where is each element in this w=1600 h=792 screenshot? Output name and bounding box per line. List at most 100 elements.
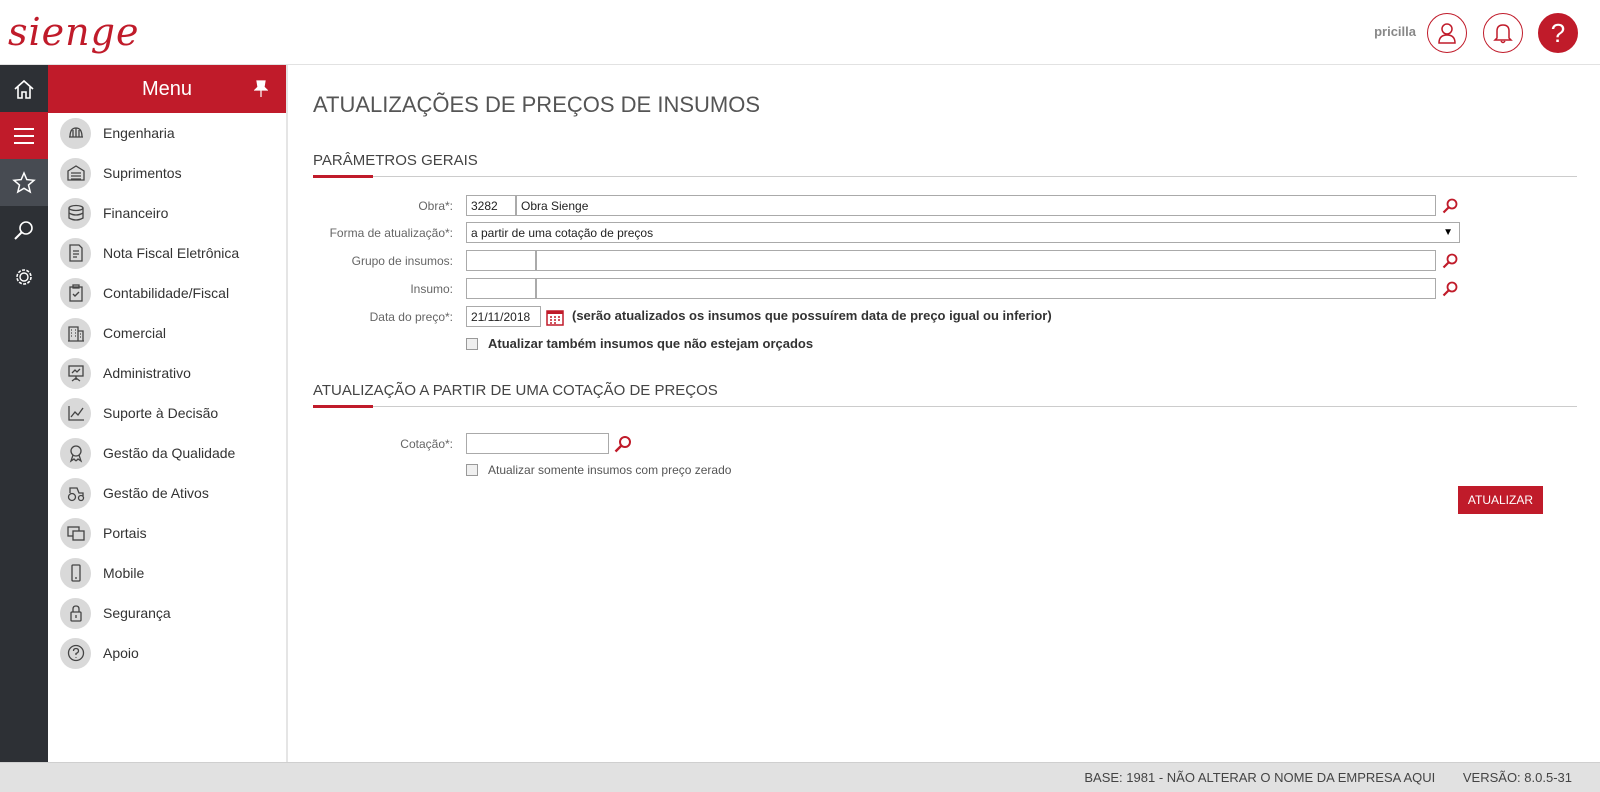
cotacao-label: Cotação*:	[400, 437, 453, 451]
top-header: sienge pricilla ?	[0, 0, 1600, 65]
chevron-down-icon: ▼	[1443, 227, 1453, 238]
menu-item[interactable]: Suprimentos	[48, 153, 286, 193]
lock-icon	[60, 597, 91, 629]
menu-list: Engenharia Suprimentos Financeiro Nota Fisc…	[48, 113, 286, 673]
footer-info: BASE: 1981 - NÃO ALTERAR O NOME DA EMPRE…	[1060, 770, 1572, 785]
help-button[interactable]: ?	[1538, 13, 1578, 53]
data-note: (serão atualizados os insumos que possuí…	[572, 308, 1052, 323]
check-orcados-checkbox[interactable]	[466, 337, 478, 350]
section-divider	[313, 176, 1577, 177]
page-title: ATUALIZAÇÕES DE PREÇOS DE INSUMOS	[313, 92, 761, 117]
menu-item[interactable]: Engenharia	[48, 113, 286, 153]
mobile-icon	[60, 557, 91, 589]
footer-version: VERSÃO: 8.0.5-31	[1462, 770, 1572, 785]
bell-icon	[1493, 24, 1513, 44]
menu-header: Menu	[48, 65, 286, 113]
obra-name-input[interactable]	[516, 195, 1436, 216]
insumo-code-input[interactable]	[466, 278, 536, 299]
helmet-icon	[60, 117, 91, 149]
data-input[interactable]	[466, 306, 541, 327]
check-zerado-label: Atualizar somente insumos com preço zera…	[488, 463, 732, 477]
star-icon	[12, 170, 36, 194]
award-icon	[60, 437, 91, 469]
main-menu-panel: Menu Engenharia Suprimentos Financeiro Nota…	[48, 65, 288, 762]
rail-menu-button[interactable]	[0, 112, 48, 159]
cotacao-search-button[interactable]	[613, 434, 633, 454]
grupo-code-input[interactable]	[466, 250, 536, 271]
home-icon	[14, 79, 34, 99]
menu-item[interactable]: Segurança	[48, 593, 286, 633]
invoice-icon	[60, 237, 91, 269]
check-zerado-checkbox[interactable]	[466, 464, 478, 476]
menu-item[interactable]: Comercial	[48, 313, 286, 353]
menu-item-label: Gestão da Qualidade	[103, 445, 236, 461]
menu-item-label: Nota Fiscal Eletrônica	[103, 245, 240, 261]
clipboard-check-icon	[60, 277, 91, 309]
calendar-button[interactable]	[545, 307, 565, 327]
left-rail	[0, 65, 48, 762]
search-icon	[1442, 281, 1458, 297]
menu-item[interactable]: Portais	[48, 513, 286, 553]
menu-item-label: Administrativo	[103, 365, 191, 381]
insumo-search-button[interactable]	[1440, 279, 1460, 299]
rail-search-button[interactable]	[0, 206, 48, 253]
presentation-icon	[60, 357, 91, 389]
check-orcados-row[interactable]: Atualizar também insumos que não estejam…	[466, 336, 813, 351]
menu-item-label: Financeiro	[103, 205, 169, 221]
menu-item-label: Contabilidade/Fiscal	[103, 285, 230, 301]
status-footer: BASE: 1981 - NÃO ALTERAR O NOME DA EMPRE…	[0, 762, 1600, 792]
insumo-name-input[interactable]	[536, 278, 1436, 299]
user-profile-button[interactable]	[1427, 13, 1467, 53]
search-icon	[14, 220, 33, 240]
windows-icon	[60, 517, 91, 549]
menu-item[interactable]: Gestão da Qualidade	[48, 433, 286, 473]
menu-icon	[14, 127, 34, 144]
chart-icon	[60, 397, 91, 429]
notifications-button[interactable]	[1483, 13, 1523, 53]
menu-item-label: Comercial	[103, 325, 167, 341]
obra-search-button[interactable]	[1440, 196, 1460, 216]
grupo-search-button[interactable]	[1440, 251, 1460, 271]
forma-selected-value: a partir de uma cotação de preços	[471, 226, 654, 240]
grupo-name-input[interactable]	[536, 250, 1436, 271]
menu-item[interactable]: Mobile	[48, 553, 286, 593]
menu-item-label: Gestão de Ativos	[103, 485, 209, 501]
rail-settings-button[interactable]	[0, 253, 48, 300]
data-label: Data do preço*:	[369, 310, 453, 324]
menu-item[interactable]: Contabilidade/Fiscal	[48, 273, 286, 313]
pin-icon[interactable]	[253, 80, 269, 104]
section-accent	[313, 175, 373, 178]
obra-code-input[interactable]	[466, 195, 516, 216]
question-icon	[60, 637, 91, 669]
user-icon	[1438, 23, 1456, 44]
menu-title: Menu	[141, 77, 193, 100]
cotacao-input[interactable]	[466, 433, 609, 454]
atualizar-button[interactable]: ATUALIZAR	[1457, 486, 1543, 514]
menu-item-label: Engenharia	[103, 125, 175, 141]
main-content: ATUALIZAÇÕES DE PREÇOS DE INSUMOS PARÂME…	[290, 65, 1600, 762]
menu-item[interactable]: Nota Fiscal Eletrônica	[48, 233, 286, 273]
search-icon	[1442, 198, 1458, 214]
rail-favorites-button[interactable]	[0, 159, 48, 206]
menu-item[interactable]: Suporte à Decisão	[48, 393, 286, 433]
check-zerado-row[interactable]: Atualizar somente insumos com preço zera…	[466, 463, 731, 477]
grupo-label: Grupo de insumos:	[351, 254, 453, 268]
rail-home-button[interactable]	[0, 65, 48, 112]
menu-item[interactable]: Gestão de Ativos	[48, 473, 286, 513]
section-divider	[313, 406, 1577, 407]
menu-item[interactable]: Financeiro	[48, 193, 286, 233]
obra-label: Obra*:	[418, 199, 453, 213]
forma-label: Forma de atualização*:	[329, 226, 453, 240]
section-title-cotacao: ATUALIZAÇÃO A PARTIR DE UMA COTAÇÃO DE P…	[313, 382, 718, 399]
search-icon	[1442, 253, 1458, 269]
coins-icon	[60, 197, 91, 229]
menu-item-label: Suprimentos	[103, 165, 182, 181]
sienge-logo[interactable]: sienge	[8, 10, 139, 54]
menu-item[interactable]: Apoio	[48, 633, 286, 673]
menu-item-label: Apoio	[103, 645, 139, 661]
calendar-icon	[546, 309, 564, 326]
menu-item-label: Segurança	[103, 605, 171, 621]
forma-select[interactable]: a partir de uma cotação de preços ▼	[466, 222, 1460, 243]
menu-item-label: Suporte à Decisão	[103, 405, 219, 421]
menu-item[interactable]: Administrativo	[48, 353, 286, 393]
